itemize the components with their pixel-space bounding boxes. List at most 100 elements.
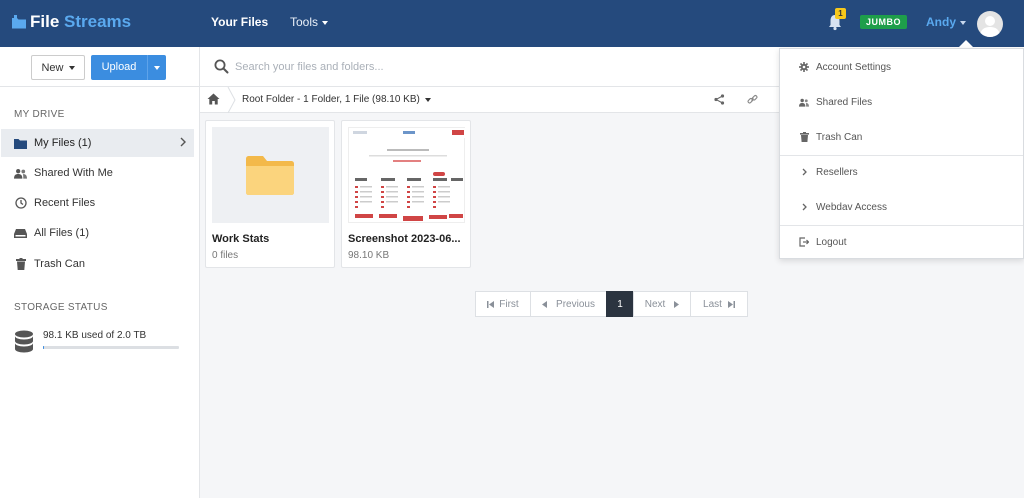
- plan-badge: JUMBO: [860, 15, 908, 29]
- file-card-folder[interactable]: Work Stats 0 files: [205, 120, 335, 268]
- menu-item-trash-can[interactable]: Trash Can: [780, 120, 1023, 154]
- logo-text-file: File: [30, 12, 60, 31]
- pagination-first[interactable]: First: [475, 291, 531, 317]
- sidebar-item-label: My Files (1): [34, 137, 92, 149]
- search-icon: [214, 59, 229, 74]
- first-page-icon: [487, 300, 495, 308]
- last-page-icon: [727, 300, 735, 308]
- sidebar-item-shared-with-me[interactable]: Shared With Me: [1, 159, 194, 187]
- pagination-next-label: Next: [644, 298, 666, 310]
- notification-count-badge: 1: [835, 8, 846, 19]
- sidebar-item-recent-files[interactable]: Recent Files: [1, 189, 194, 217]
- pagination-next[interactable]: Next: [633, 291, 691, 317]
- breadcrumb-folder-info[interactable]: Root Folder - 1 Folder, 1 File (98.10 KB…: [242, 94, 431, 105]
- file-name: Work Stats: [212, 233, 270, 245]
- menu-item-webdav-access[interactable]: Webdav Access: [780, 190, 1023, 224]
- storage-status-heading: STORAGE STATUS: [14, 302, 108, 313]
- sidebar-item-my-files[interactable]: My Files (1): [1, 129, 194, 157]
- new-button-label: New: [41, 61, 64, 74]
- chevron-down-icon: [424, 98, 431, 102]
- database-icon: [15, 330, 33, 353]
- menu-item-shared-files[interactable]: Shared Files: [780, 85, 1023, 119]
- caret-left-icon: [542, 300, 548, 308]
- my-drive-heading: MY DRIVE: [14, 109, 65, 120]
- file-card-image[interactable]: Screenshot 2023-06... 98.10 KB: [341, 120, 471, 268]
- chevron-right-icon: [799, 167, 809, 177]
- logo-text-streams: Streams: [64, 12, 132, 31]
- menu-item-label: Account Settings: [816, 61, 892, 73]
- dropdown-arrow: [958, 40, 974, 48]
- nav-your-files[interactable]: Your Files: [211, 15, 268, 29]
- sidebar-item-label: Trash Can: [34, 258, 85, 270]
- trash-icon: [799, 132, 809, 142]
- users-icon: [799, 97, 809, 107]
- folder-thumbnail: [212, 127, 329, 223]
- nav-tools-label: Tools: [290, 15, 319, 29]
- pagination-first-label: First: [499, 298, 519, 310]
- chevron-right-icon: [180, 137, 186, 147]
- menu-item-resellers[interactable]: Resellers: [780, 155, 1023, 189]
- user-name: Andy: [926, 15, 956, 29]
- sidebar-item-label: Shared With Me: [34, 167, 113, 179]
- sidebar-item-trash-can[interactable]: Trash Can: [1, 250, 194, 278]
- menu-item-label: Resellers: [816, 166, 858, 178]
- user-avatar-icon: [980, 16, 1000, 37]
- pagination-last[interactable]: Last: [690, 291, 748, 317]
- menu-item-label: Shared Files: [816, 96, 873, 108]
- trash-icon: [14, 258, 27, 271]
- storage-progress-bar: [43, 346, 179, 349]
- sidebar-actions: New Upload: [0, 47, 199, 87]
- caret-right-icon: [674, 300, 680, 308]
- screenshot-preview-image: [349, 128, 466, 221]
- file-meta: 0 files: [212, 250, 239, 261]
- search-input[interactable]: [235, 58, 735, 76]
- new-button[interactable]: New: [31, 55, 85, 80]
- top-navbar: File Streams Your Files Tools 1 JUMBO An…: [0, 0, 1024, 47]
- pagination-previous-label: Previous: [556, 298, 595, 310]
- screenshot-thumbnail: [348, 127, 466, 223]
- upload-button[interactable]: Upload: [91, 55, 166, 80]
- drive-icon: [14, 227, 27, 240]
- clock-icon: [14, 197, 27, 210]
- users-icon: [14, 167, 27, 180]
- home-icon[interactable]: [207, 93, 220, 105]
- sidebar-item-label: All Files (1): [34, 227, 90, 239]
- sidebar: New Upload MY DRIVE My Files (1) Shared …: [0, 47, 200, 498]
- user-menu-toggle[interactable]: Andy: [926, 15, 966, 29]
- chevron-down-icon: [960, 20, 966, 25]
- pagination: First Previous 1 Next Last: [475, 291, 748, 317]
- chevron-right-icon: [799, 202, 809, 212]
- menu-item-label: Logout: [816, 236, 847, 248]
- upload-dropdown-toggle[interactable]: [147, 55, 166, 80]
- chevron-down-icon: [68, 65, 75, 70]
- storage-usage-text: 98.1 KB used of 2.0 TB: [43, 330, 147, 341]
- breadcrumb-text: Root Folder - 1 Folder, 1 File (98.10 KB…: [242, 94, 420, 105]
- logout-icon: [799, 237, 809, 247]
- nav-tools[interactable]: Tools: [290, 15, 329, 29]
- link-icon[interactable]: [747, 94, 758, 105]
- file-streams-logo-icon: [12, 15, 26, 29]
- menu-item-account-settings[interactable]: Account Settings: [780, 50, 1023, 84]
- storage-progress-fill: [43, 346, 45, 349]
- logo[interactable]: File Streams: [11, 12, 131, 32]
- menu-item-label: Webdav Access: [816, 201, 887, 213]
- file-meta: 98.10 KB: [348, 250, 390, 261]
- sidebar-item-label: Recent Files: [34, 197, 96, 209]
- chevron-down-icon: [154, 65, 160, 70]
- folder-icon: [246, 156, 294, 195]
- avatar[interactable]: [977, 11, 1003, 37]
- menu-item-logout[interactable]: Logout: [780, 225, 1023, 259]
- pagination-last-label: Last: [703, 298, 722, 310]
- sidebar-item-all-files[interactable]: All Files (1): [1, 219, 194, 247]
- file-name: Screenshot 2023-06...: [348, 233, 461, 245]
- chevron-down-icon: [322, 20, 329, 25]
- breadcrumb-separator: [227, 87, 236, 113]
- gear-icon: [799, 62, 809, 72]
- folder-icon: [14, 137, 27, 150]
- menu-item-label: Trash Can: [816, 131, 863, 143]
- share-icon[interactable]: [714, 94, 725, 105]
- pagination-previous[interactable]: Previous: [530, 291, 607, 317]
- upload-button-label: Upload: [101, 61, 137, 73]
- user-dropdown-menu: Account Settings Shared Files Trash Can …: [779, 48, 1024, 259]
- pagination-page-current[interactable]: 1: [606, 291, 634, 317]
